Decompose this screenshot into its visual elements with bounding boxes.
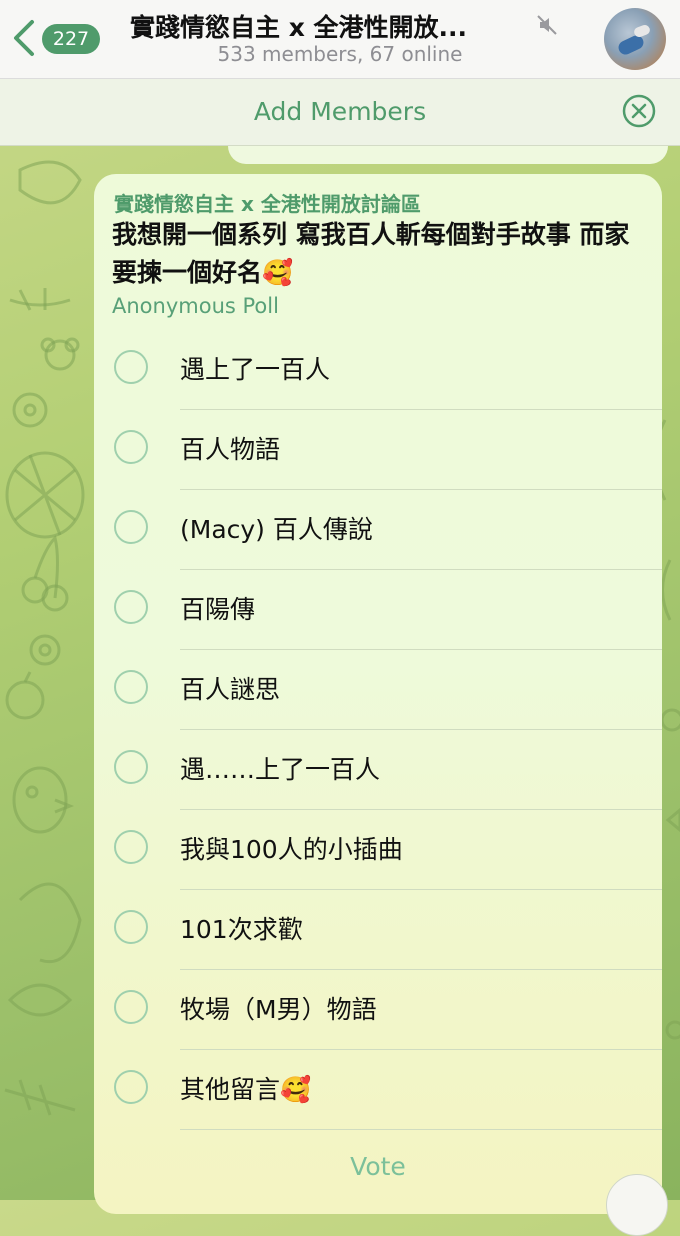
poll-option[interactable]: 遇……上了一百人 [94,730,662,810]
close-circle-icon[interactable] [622,94,656,128]
poll-option-label: 其他留言🥰 [180,1075,312,1104]
poll-option-label: 我與100人的小插曲 [180,835,403,864]
poll-option-label: 遇……上了一百人 [180,755,381,784]
vote-button[interactable]: Vote [94,1152,662,1181]
radio-circle-icon [114,350,148,384]
sender-name[interactable]: 實踐情慾自主 x 全港性開放討論區 [114,188,421,217]
poll-type-label: Anonymous Poll [112,294,279,318]
scroll-down-button[interactable] [606,1174,668,1236]
chat-title[interactable]: 實踐情慾自主 x 全港性開放... [130,8,530,44]
poll-question: 我想開一個系列 寫我百人斬每個對手故事 而家要揀一個好名🥰 [112,220,630,287]
group-avatar[interactable] [604,8,666,70]
poll-option[interactable]: 百人物語 [94,410,662,490]
poll-option[interactable]: 其他留言🥰 [94,1050,662,1130]
member-count: 533 members, 67 online [217,42,463,66]
poll-option[interactable]: 百陽傳 [94,570,662,650]
radio-circle-icon [114,830,148,864]
add-members-bar: Add Members [0,79,680,146]
radio-circle-icon [114,510,148,544]
mute-icon [537,15,557,35]
poll-option-label: 百人物語 [180,435,281,464]
poll-option-label: 百陽傳 [180,595,256,624]
radio-circle-icon [114,910,148,944]
back-button[interactable] [10,18,40,58]
radio-circle-icon [114,670,148,704]
unread-count-badge[interactable]: 227 [42,24,100,54]
poll-message-bubble: 實踐情慾自主 x 全港性開放討論區 我想開一個系列 寫我百人斬每個對手故事 而家… [94,174,662,1214]
back-chevron-icon [14,20,34,56]
chat-header: 227 實踐情慾自主 x 全港性開放... 533 members, 67 on… [0,0,680,79]
poll-option[interactable]: 101次求歡 [94,890,662,970]
radio-circle-icon [114,750,148,784]
poll-option[interactable]: 百人謎思 [94,650,662,730]
add-members-button[interactable]: Add Members [0,97,680,126]
poll-option[interactable]: 牧場（M男）物語 [94,970,662,1050]
poll-option-label: 遇上了一百人 [180,355,331,384]
poll-option[interactable]: (Macy) 百人傳說 [94,490,662,570]
option-divider [180,1129,662,1130]
poll-option-label: 牧場（M男）物語 [180,995,377,1024]
poll-option-label: (Macy) 百人傳說 [180,515,373,544]
poll-option[interactable]: 遇上了一百人 [94,330,662,410]
poll-option-label: 101次求歡 [180,915,303,944]
radio-circle-icon [114,1070,148,1104]
radio-circle-icon [114,430,148,464]
poll-option[interactable]: 我與100人的小插曲 [94,810,662,890]
poll-option-label: 百人謎思 [180,675,281,704]
radio-circle-icon [114,990,148,1024]
radio-circle-icon [114,590,148,624]
